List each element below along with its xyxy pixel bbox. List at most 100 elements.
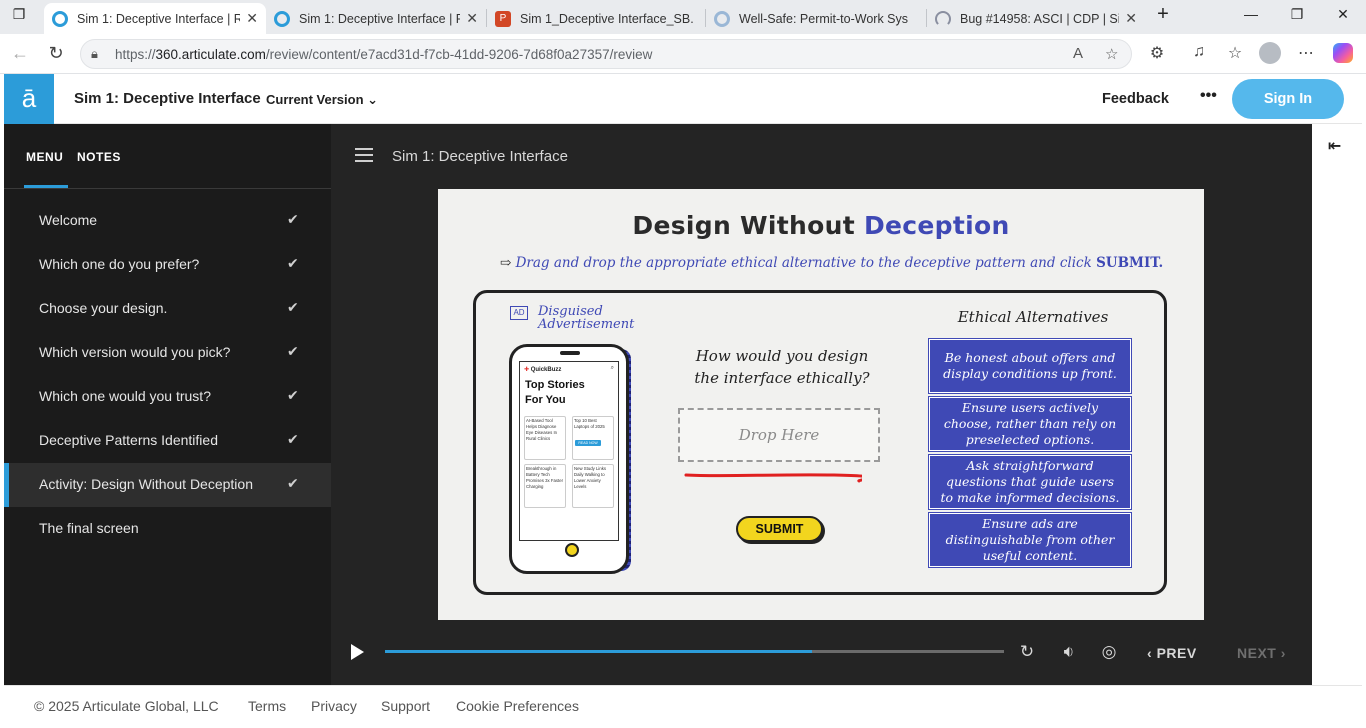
favorites-icon[interactable]: ☆ <box>1224 43 1246 63</box>
replay-icon[interactable]: ↻ <box>1016 642 1038 662</box>
browser-tab-5[interactable]: Bug #14958: ASCI | CDP | Sim ✕ <box>927 3 1145 34</box>
extensions-icon[interactable]: ⚙ <box>1146 43 1168 63</box>
minimize-icon[interactable]: — <box>1236 6 1266 22</box>
course-player: Sim 1: Deceptive Interface Design Withou… <box>331 124 1312 685</box>
new-tab-icon[interactable]: + <box>1148 3 1178 26</box>
tab-menu[interactable]: MENU <box>26 150 63 164</box>
privacy-link[interactable]: Privacy <box>311 698 357 714</box>
close-tab-icon[interactable]: ✕ <box>1125 10 1137 27</box>
alternative-card-straightforward-questions[interactable]: Ask straightforward questions that guide… <box>928 454 1132 510</box>
media-icon[interactable]: ♫ <box>1188 43 1210 61</box>
phone-notch <box>560 351 580 355</box>
browser-tab-4[interactable]: Well-Safe: Permit-to-Work Sys <box>706 3 926 34</box>
arrow-right-icon: ⇨ <box>500 255 512 271</box>
sidebar-item-patterns-identified[interactable]: Deceptive Patterns Identified ✔ <box>4 419 331 463</box>
play-icon[interactable] <box>351 644 364 660</box>
seekbar[interactable] <box>385 650 1004 653</box>
settings-more-icon[interactable]: ⋯ <box>1295 43 1317 63</box>
deceptive-pattern-name: Disguised Advertisement <box>538 304 635 332</box>
sidebar-item-label: The final screen <box>39 520 139 536</box>
feedback-button[interactable]: Feedback <box>1102 91 1169 107</box>
sidebar-item-welcome[interactable]: Welcome ✔ <box>4 199 331 243</box>
playback-settings-icon[interactable]: ◎ <box>1098 642 1120 662</box>
checkmark-icon: ✔ <box>287 299 299 315</box>
favorite-star-icon[interactable]: ☆ <box>1105 45 1118 63</box>
maximize-icon[interactable]: ❐ <box>1282 6 1312 23</box>
volume-icon[interactable]: 🔉︎ <box>1058 642 1080 662</box>
sidebar-item-version-pick[interactable]: Which version would you pick? ✔ <box>4 331 331 375</box>
sidebar-item-trust[interactable]: Which one would you trust? ✔ <box>4 375 331 419</box>
alternative-card-honest-offers[interactable]: Be honest about offers and display condi… <box>928 338 1132 394</box>
checkmark-icon: ✔ <box>287 343 299 359</box>
reload-icon[interactable]: ↻ <box>44 43 68 64</box>
sidebar-item-label: Which one would you trust? <box>39 388 211 404</box>
browser-tab-1[interactable]: Sim 1: Deceptive Interface | Re ✕ <box>44 3 266 34</box>
profile-avatar[interactable] <box>1259 42 1281 64</box>
sign-in-button[interactable]: Sign In <box>1232 79 1344 119</box>
loading-favicon-icon <box>714 10 730 27</box>
copyright-text: © 2025 Articulate Global, LLC <box>34 698 219 714</box>
phone-home-button <box>565 543 579 557</box>
version-label: Current Version <box>266 92 364 107</box>
close-window-icon[interactable]: ✕ <box>1328 6 1358 23</box>
tab-title: Bug #14958: ASCI | CDP | Sim <box>960 11 1120 26</box>
close-tab-icon[interactable]: ✕ <box>466 10 478 27</box>
search-icon: ⌕ <box>610 365 614 371</box>
phone-screen: ✚ QuickBuzz ⌕ Top Stories For You AI-Base… <box>519 361 619 541</box>
quickbuzz-logo: ✚ QuickBuzz <box>524 367 562 373</box>
read-aloud-icon[interactable]: A <box>1073 45 1083 62</box>
alternative-card-distinguishable-ads[interactable]: Ensure ads are distinguishable from othe… <box>928 512 1132 568</box>
sidebar-item-final-screen[interactable]: The final screen <box>4 507 331 551</box>
checkmark-icon: ✔ <box>287 475 299 491</box>
slide-title: Design Without Deception <box>632 211 1010 240</box>
selected-indicator <box>4 463 9 507</box>
redmine-favicon-icon <box>935 10 951 27</box>
review-header: ā Sim 1: Deceptive Interface Current Ver… <box>4 74 1362 124</box>
checkmark-icon: ✔ <box>287 255 299 271</box>
articulate-logo-icon[interactable]: ā <box>4 74 54 124</box>
expand-panel-icon[interactable]: ⇤ <box>1328 136 1341 156</box>
chevron-right-icon: › <box>1280 645 1286 661</box>
slide-instruction: ⇨ Drag and drop the appropriate ethical … <box>500 255 1164 271</box>
prev-label: PREV <box>1156 645 1197 661</box>
sidebar-item-choose-design[interactable]: Choose your design. ✔ <box>4 287 331 331</box>
alternative-card-active-choice[interactable]: Ensure users actively choose, rather tha… <box>928 396 1132 452</box>
alternatives-heading: Ethical Alternatives <box>957 308 1109 326</box>
browser-tab-3[interactable]: P Sim 1_Deceptive Interface_SB. <box>487 3 705 34</box>
tab-actions-icon[interactable]: ❐ <box>4 6 34 23</box>
course-sidebar: MENU NOTES Welcome ✔ Which one do you pr… <box>4 124 331 685</box>
url-text: https://360.articulate.com/review/conten… <box>115 47 653 62</box>
back-arrow-icon[interactable]: ← <box>8 43 32 64</box>
terms-link[interactable]: Terms <box>248 698 286 714</box>
site-info-icon[interactable]: 🔒︎ <box>91 46 98 62</box>
read-now-button: READ NOW <box>575 440 601 446</box>
drop-target[interactable]: Drop Here <box>678 408 880 462</box>
sidebar-item-activity[interactable]: Activity: Design Without Deception ✔ <box>4 463 331 507</box>
more-options-icon[interactable]: ••• <box>1200 87 1217 105</box>
tab-title: Well-Safe: Permit-to-Work Sys <box>739 11 909 26</box>
tab-notes[interactable]: NOTES <box>77 150 121 164</box>
sidebar-item-label: Activity: Design Without Deception <box>39 476 253 492</box>
sidebar-item-label: Welcome <box>39 212 98 228</box>
cookie-preferences-link[interactable]: Cookie Preferences <box>456 698 579 714</box>
support-link[interactable]: Support <box>381 698 430 714</box>
activity-question: How would you design the interface ethica… <box>694 347 870 387</box>
seekbar-progress <box>385 650 813 653</box>
phone-mockup: ✚ QuickBuzz ⌕ Top Stories For You AI-Base… <box>509 344 629 574</box>
copilot-icon[interactable] <box>1333 43 1353 63</box>
address-bar[interactable]: 🔒︎ https://360.articulate.com/review/con… <box>80 39 1132 69</box>
browser-tab-2[interactable]: Sim 1: Deceptive Interface | Re ✕ <box>266 3 486 34</box>
hamburger-menu-icon[interactable] <box>355 148 373 162</box>
next-button[interactable]: NEXT › <box>1237 645 1286 661</box>
articulate-favicon-icon <box>274 10 290 27</box>
version-dropdown[interactable]: Current Version ⌄ <box>266 92 378 108</box>
sidebar-tabs: MENU NOTES <box>4 124 331 189</box>
checkmark-icon: ✔ <box>287 431 299 447</box>
article-text: New Study Links Daily Walking to Lower A… <box>574 466 607 489</box>
tab-title: Sim 1: Deceptive Interface | Re <box>299 11 461 26</box>
close-tab-icon[interactable]: ✕ <box>246 10 258 27</box>
prev-button[interactable]: ‹ PREV <box>1147 645 1197 661</box>
player-controls: ↻ 🔉︎ ◎ ‹ PREV NEXT › <box>331 635 1312 675</box>
submit-button[interactable]: SUBMIT <box>736 516 823 542</box>
sidebar-item-prefer[interactable]: Which one do you prefer? ✔ <box>4 243 331 287</box>
